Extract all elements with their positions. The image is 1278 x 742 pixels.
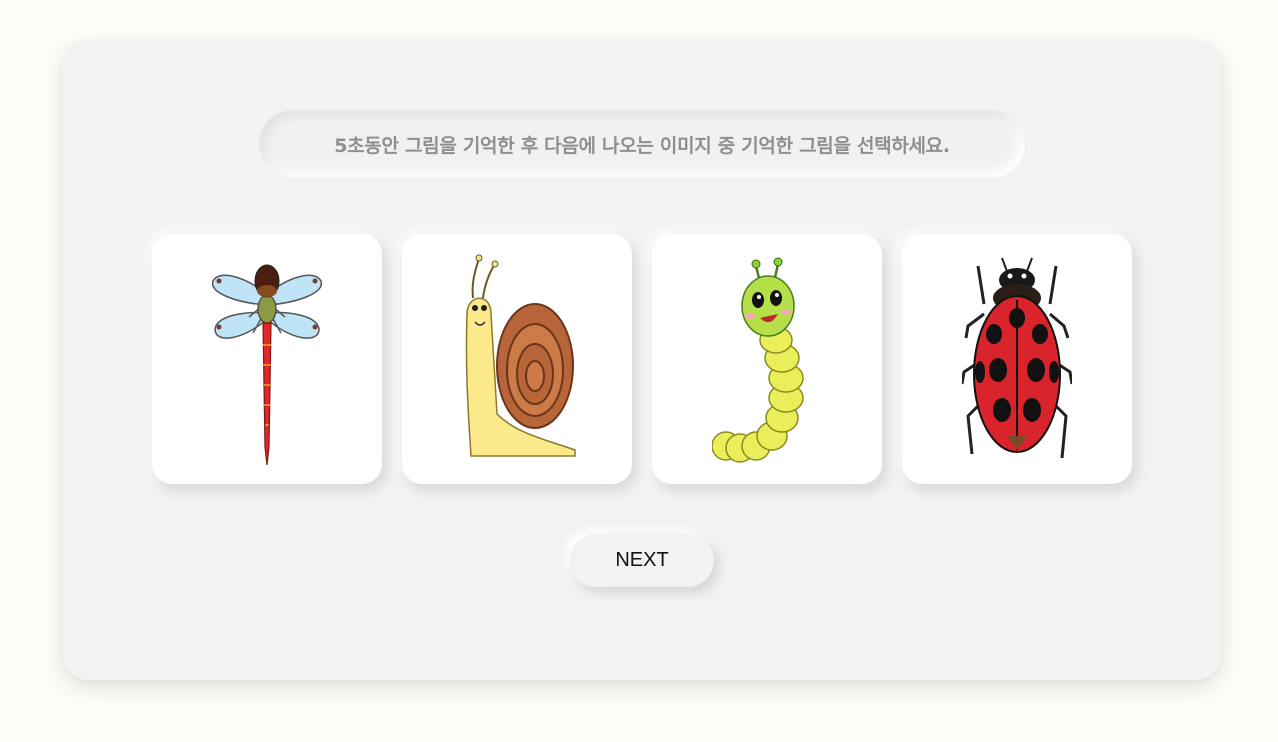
ladybug-icon — [962, 257, 1072, 459]
next-button[interactable]: NEXT — [570, 534, 714, 587]
snail-icon — [465, 254, 576, 457]
card-snail[interactable] — [402, 234, 632, 484]
caterpillar-icon — [712, 257, 804, 463]
image-choices — [152, 234, 1132, 484]
game-panel: 5초동안 그림을 기억한 후 다음에 나오는 이미지 중 기억한 그림을 선택하… — [62, 40, 1222, 680]
card-caterpillar[interactable] — [652, 234, 882, 484]
instruction-text: 5초동안 그림을 기억한 후 다음에 나오는 이미지 중 기억한 그림을 선택하… — [334, 134, 950, 157]
card-dragonfly[interactable] — [152, 234, 382, 484]
card-ladybug[interactable] — [902, 234, 1132, 484]
dragonfly-icon — [212, 264, 322, 466]
instruction-banner: 5초동안 그림을 기억한 후 다음에 나오는 이미지 중 기억한 그림을 선택하… — [259, 110, 1025, 178]
